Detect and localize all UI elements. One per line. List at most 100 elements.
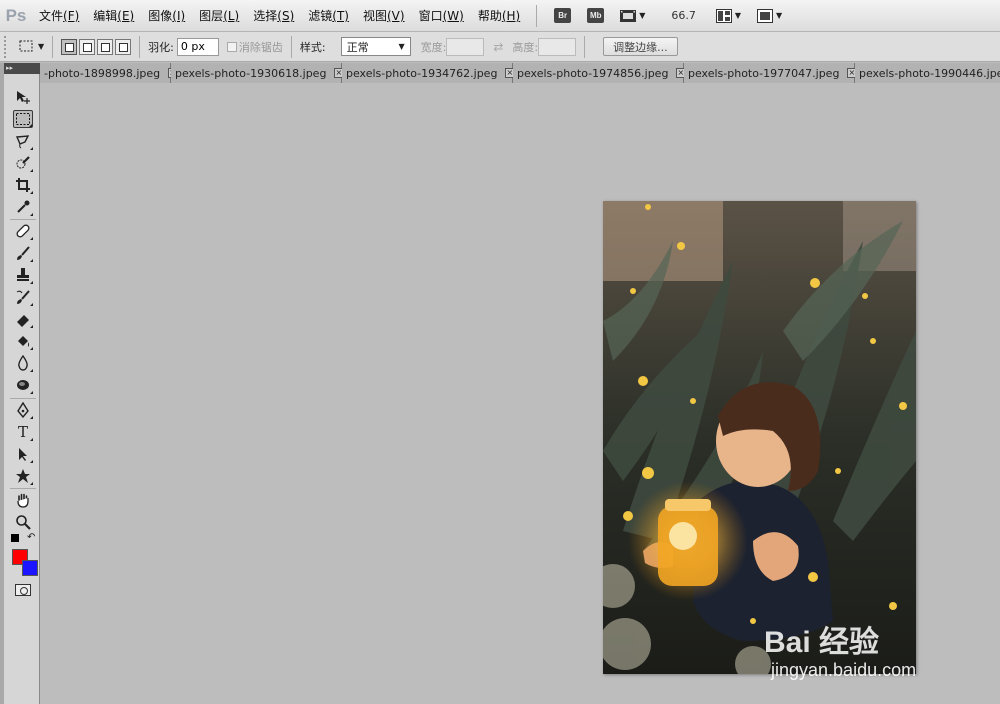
menu-filter[interactable]: 滤镜(T) <box>301 7 356 24</box>
photoshop-window: Ps 文件(F) 编辑(E) 图像(I) 图层(L) 选择(S) 滤镜(T) 视… <box>0 0 1000 704</box>
height-input[interactable] <box>538 37 577 56</box>
style-label: 样式: <box>299 40 326 54</box>
menu-select[interactable]: 选择(S) <box>246 7 301 24</box>
eyedropper-icon <box>17 200 30 213</box>
minibridge-icon: Mb <box>587 8 605 23</box>
document-tab[interactable]: pexels-photo-1977047.jpeg × <box>684 63 857 83</box>
feather-label: 羽化: <box>148 40 174 54</box>
path-selection-tool[interactable] <box>13 445 33 463</box>
pen-icon <box>17 402 29 418</box>
watermark-logo-text: Bai 经验 <box>764 626 880 659</box>
style-select[interactable]: 正常 ▼ <box>340 37 411 56</box>
selection-mode-group <box>61 38 132 55</box>
subtract-from-selection-button[interactable] <box>97 38 114 55</box>
chevron-down-icon: ▼ <box>776 11 783 20</box>
spot-healing-tool[interactable] <box>13 222 33 240</box>
menu-help[interactable]: 帮助(H) <box>471 7 527 24</box>
menu-view[interactable]: 视图(V) <box>356 7 412 24</box>
antialias-checkbox[interactable]: 消除锯齿 <box>226 39 283 55</box>
document-image[interactable] <box>603 201 916 674</box>
rectangular-marquee-tool[interactable] <box>13 110 33 128</box>
droplet-icon <box>18 355 28 371</box>
history-brush-tool[interactable] <box>13 288 33 306</box>
options-grip[interactable] <box>4 35 10 58</box>
extras-button[interactable]: ▼ <box>620 9 645 23</box>
film-icon <box>620 9 637 22</box>
hand-tool[interactable] <box>13 491 33 509</box>
minibridge-button[interactable]: Mb <box>587 8 605 23</box>
brush-tool[interactable] <box>13 244 33 262</box>
path-selection-icon <box>19 448 27 461</box>
options-separator <box>52 35 54 58</box>
tab-title: pexels-photo-1977047.jpeg <box>688 66 840 80</box>
dodge-tool[interactable] <box>13 376 33 394</box>
background-color-swatch[interactable] <box>22 560 38 576</box>
document-tab[interactable]: pexels-photo-1974856.jpeg × <box>513 63 686 83</box>
menu-window[interactable]: 窗口(W) <box>412 7 471 24</box>
width-label: 宽度: <box>420 40 447 54</box>
zoom-tool[interactable] <box>13 513 33 531</box>
custom-shape-tool[interactable] <box>13 467 33 485</box>
move-icon <box>17 91 30 104</box>
tool-separator <box>10 219 36 220</box>
tool-separator <box>10 398 36 399</box>
arrange-icon <box>715 8 732 23</box>
eraser-icon <box>17 315 29 327</box>
paint-bucket-tool[interactable] <box>13 332 33 350</box>
marquee-tool-preset-icon[interactable] <box>18 39 36 55</box>
eraser-tool[interactable] <box>13 310 33 328</box>
tab-title: pexels-photo-1974856.jpeg <box>517 66 669 80</box>
tab-title: pexels-photo-1990446.jpeg <box>859 66 1000 80</box>
default-colors-icon[interactable] <box>11 534 19 542</box>
document-tab[interactable]: -photo-1898998.jpeg× <box>40 63 177 83</box>
screen-mode-button[interactable]: ▼ <box>757 8 783 23</box>
intersect-selection-button[interactable] <box>115 38 132 55</box>
zoom-level[interactable]: 66.7 <box>671 9 696 22</box>
arrange-documents-button[interactable]: ▼ <box>715 8 742 23</box>
document-tab-bar: -photo-1898998.jpeg× pexels-photo-193061… <box>40 63 1000 83</box>
chevron-down-icon: ▼ <box>734 11 742 20</box>
quick-mask-button[interactable] <box>15 584 31 596</box>
photo-illustration <box>603 201 916 674</box>
menu-file[interactable]: 文件(F) <box>32 7 86 24</box>
width-input[interactable] <box>446 37 485 56</box>
swap-dimensions-icon[interactable]: ⇄ <box>493 40 503 54</box>
antialias-label: 消除锯齿 <box>238 40 283 54</box>
screen-mode-icon <box>757 8 774 23</box>
chevron-down-icon[interactable]: ▼ <box>38 42 44 51</box>
toolbox-header[interactable]: ▸▸ <box>4 63 40 74</box>
quick-selection-tool[interactable] <box>13 154 33 172</box>
document-tab[interactable]: pexels-photo-1930618.jpeg × <box>171 63 344 83</box>
menu-image[interactable]: 图像(I) <box>141 7 192 24</box>
brush-icon <box>17 246 30 260</box>
type-icon: T <box>17 423 28 441</box>
tab-title: pexels-photo-1930618.jpeg <box>175 66 327 80</box>
type-tool[interactable]: T <box>13 423 33 441</box>
swap-colors-icon[interactable]: ↶ <box>27 532 35 543</box>
antialias-checkbox-box <box>226 41 237 52</box>
move-tool[interactable] <box>13 88 33 106</box>
document-tab[interactable]: pexels-photo-1990446.jpeg× <box>855 63 1000 83</box>
bridge-button[interactable]: Br <box>554 8 572 23</box>
menu-edit[interactable]: 编辑(E) <box>86 7 141 24</box>
clone-stamp-tool[interactable] <box>13 266 33 284</box>
hand-icon <box>17 493 29 508</box>
crop-tool[interactable] <box>13 176 33 194</box>
app-logo: Ps <box>5 5 27 25</box>
new-selection-button[interactable] <box>61 38 78 55</box>
eyedropper-tool[interactable] <box>13 198 33 216</box>
document-tab[interactable]: pexels-photo-1934762.jpeg × <box>342 63 515 83</box>
pen-tool[interactable] <box>13 401 33 419</box>
tab-title: -photo-1898998.jpeg <box>44 66 161 80</box>
options-separator <box>290 35 292 58</box>
add-to-selection-button[interactable] <box>79 38 96 55</box>
feather-input[interactable] <box>176 37 219 56</box>
lasso-tool[interactable] <box>13 132 33 150</box>
options-separator <box>584 35 586 58</box>
refine-edge-button[interactable]: 调整边缘... <box>603 37 678 56</box>
zoom-icon <box>16 515 31 530</box>
blur-tool[interactable] <box>13 354 33 372</box>
menu-layer[interactable]: 图层(L) <box>192 7 246 24</box>
toolbox: T ↶ <box>4 74 40 704</box>
stamp-icon <box>17 268 29 281</box>
